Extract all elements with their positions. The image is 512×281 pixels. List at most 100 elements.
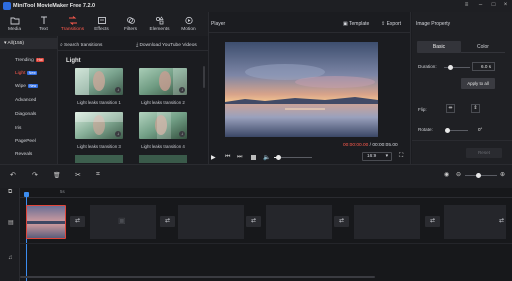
effects-icon — [97, 16, 107, 25]
transition-slot-icon[interactable]: ⇄ — [160, 216, 175, 227]
previous-frame-icon[interactable]: ⏮ — [225, 154, 230, 161]
transitions-icon — [68, 16, 78, 25]
transition-slot-icon[interactable]: ⇄ — [246, 216, 261, 227]
sidebar-item-pagepeel[interactable]: PagePeel — [0, 136, 58, 147]
flip-horizontal-icon[interactable]: ⇹ — [446, 104, 455, 113]
add-track-icon[interactable]: ⧉ — [8, 189, 12, 196]
zoom-fit-icon[interactable]: ◉ — [444, 171, 449, 178]
download-icon[interactable]: ↓ — [179, 87, 185, 93]
tab-basic[interactable]: Basic — [417, 41, 461, 53]
thumb-label: Light leaks transition 3 — [77, 144, 121, 149]
reset-button[interactable]: Reset — [466, 148, 502, 158]
download-icon[interactable]: ↓ — [115, 131, 121, 137]
video-track-icon: ▤ — [8, 220, 14, 226]
main-toolbar: Media Text Transitions Effects Filters E… — [0, 12, 208, 36]
tab-motion[interactable]: Motion — [174, 12, 203, 36]
volume-icon[interactable]: 🔈 — [263, 154, 270, 161]
clip-placeholder[interactable] — [266, 205, 332, 239]
timeline-scrollbar[interactable] — [20, 276, 375, 278]
app-logo-icon — [3, 2, 11, 10]
new-badge: New — [27, 70, 38, 75]
tab-media[interactable]: Media — [0, 12, 29, 36]
search-transitions-button[interactable]: ⌕ Search transitions — [60, 42, 102, 48]
download-youtube-button[interactable]: ⤓ Download YouTube Videos — [136, 42, 197, 48]
thumb-label: Light leaks transition 2 — [141, 100, 185, 105]
sidebar-item-advanced[interactable]: Advanced — [0, 95, 58, 106]
text-icon — [39, 16, 49, 25]
transition-slot-icon[interactable]: ⇄ — [70, 216, 85, 227]
transition-slot-icon[interactable]: ⇄ — [425, 216, 440, 227]
fullscreen-icon[interactable]: ⛶ — [399, 153, 403, 160]
zoom-handle[interactable] — [476, 173, 481, 178]
download-icon[interactable]: ↓ — [115, 87, 121, 93]
play-icon[interactable]: ▶ — [211, 154, 216, 161]
tab-text[interactable]: Text — [29, 12, 58, 36]
zoom-in-icon[interactable]: ⊕ — [500, 171, 505, 178]
transition-slot-icon[interactable]: ⇄ — [334, 216, 349, 227]
maximize-icon[interactable]: □ — [490, 2, 497, 9]
new-badge: New — [27, 83, 38, 88]
undo-icon[interactable]: ↶ — [10, 171, 16, 179]
tab-filters[interactable]: Filters — [116, 12, 145, 36]
transition-slot-icon[interactable]: ⇄ — [494, 216, 509, 227]
aspect-ratio-select[interactable]: 16:9 ▾ — [362, 152, 392, 161]
transition-thumb[interactable] — [75, 155, 123, 163]
folder-icon — [10, 16, 20, 25]
zoom-slider[interactable] — [465, 175, 497, 177]
rotate-label: Rotate: — [418, 127, 433, 132]
tab-elements[interactable]: Elements — [145, 12, 174, 36]
divider — [208, 32, 411, 33]
transition-thumb[interactable] — [139, 155, 187, 163]
duration-input[interactable]: 6.0 s — [472, 62, 495, 71]
flip-label: Flip: — [418, 107, 427, 112]
download-icon[interactable]: ↓ — [179, 131, 185, 137]
timeline — [0, 188, 512, 281]
divider — [20, 243, 512, 244]
track-headers — [0, 188, 20, 281]
video-preview — [225, 42, 378, 137]
elements-icon — [155, 16, 165, 25]
scrollbar[interactable] — [203, 66, 205, 88]
split-icon[interactable]: ✂ — [75, 171, 81, 179]
divider — [412, 140, 512, 141]
menu-icon[interactable]: ≡ — [463, 2, 470, 9]
export-button[interactable]: ⇪ Export — [381, 21, 401, 27]
redo-icon[interactable]: ↷ — [32, 171, 38, 179]
delete-icon[interactable]: 🗑 — [53, 172, 61, 179]
sidebar-item-light[interactable]: Light New — [0, 68, 58, 79]
sidebar-item-trending[interactable]: Trending Hot — [0, 55, 58, 66]
tab-effects[interactable]: Effects — [87, 12, 116, 36]
hot-badge: Hot — [35, 57, 45, 62]
volume-handle[interactable] — [276, 155, 281, 160]
category-all[interactable]: ▾ All(155) — [0, 38, 58, 49]
time-ruler[interactable] — [20, 188, 512, 198]
motion-icon — [184, 16, 194, 25]
zoom-out-icon[interactable]: ⊖ — [456, 171, 461, 178]
sidebar-item-wipe[interactable]: Wipe New — [0, 81, 58, 92]
flip-vertical-icon[interactable]: ⇕ — [471, 104, 480, 113]
clip-placeholder[interactable] — [354, 205, 420, 239]
close-icon[interactable]: × — [502, 2, 509, 9]
duration-handle[interactable] — [448, 65, 453, 70]
tab-color[interactable]: Color — [461, 41, 505, 53]
sidebar-item-iris[interactable]: Iris — [0, 123, 58, 134]
clip-placeholder[interactable] — [178, 205, 244, 239]
crop-icon[interactable]: ⌗ — [96, 171, 100, 179]
apply-to-all-button[interactable]: Apply to all — [461, 78, 495, 89]
sidebar-item-reveals[interactable]: Reveals — [0, 149, 58, 160]
tab-transitions[interactable]: Transitions — [58, 12, 87, 36]
app-title: MiniTool MovieMaker Free 7.2.0 — [13, 2, 96, 9]
stop-icon[interactable] — [251, 155, 256, 160]
template-button[interactable]: ▣ Template — [343, 21, 369, 27]
player-title: Player — [211, 21, 226, 27]
sidebar-item-diagonals[interactable]: Diagonals — [0, 109, 58, 120]
next-frame-icon[interactable]: ⏭ — [237, 154, 242, 161]
video-clip[interactable] — [26, 205, 66, 239]
time-display: 00:00:00.00 / 00:00:05.00 — [343, 143, 398, 148]
section-title: Light — [66, 58, 81, 64]
minimize-icon[interactable]: – — [477, 2, 484, 9]
property-title: Image Property — [416, 21, 451, 27]
thumb-label: Light leaks transition 1 — [77, 100, 121, 105]
rotate-handle[interactable] — [445, 128, 450, 133]
audio-track-icon: ♫ — [8, 255, 13, 261]
